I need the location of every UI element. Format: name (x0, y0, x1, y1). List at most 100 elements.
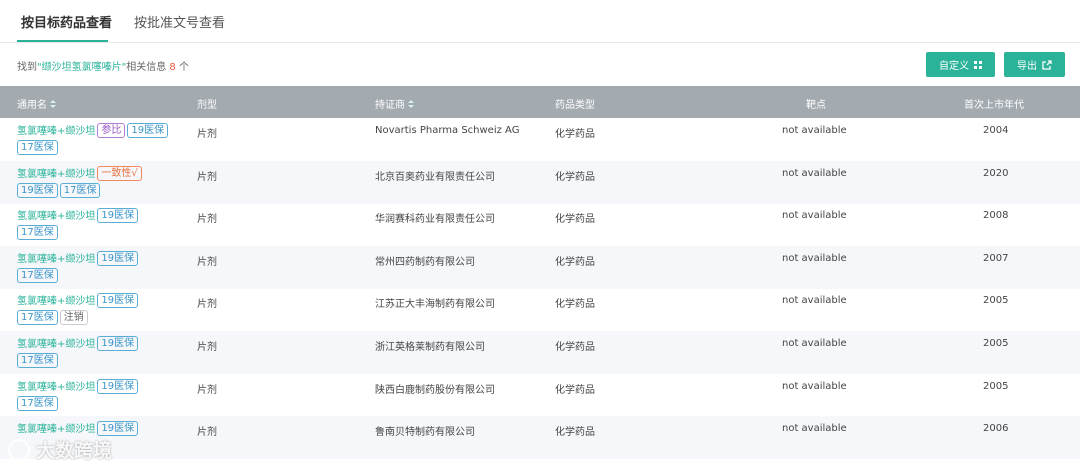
table-header: 通用名 剂型 持证商 药品类型 靶点 首次上市年代 (0, 86, 1080, 118)
cell-form: 片剂 (197, 171, 217, 183)
customize-button-label: 自定义 (939, 61, 969, 72)
cell-type: 化学药品 (555, 384, 595, 396)
cell-target: not available (782, 295, 847, 307)
drug-name-link[interactable]: 氢氯噻嗪+缬沙坦 (17, 339, 95, 350)
tab-by-approval-number[interactable]: 按批准文号查看 (134, 12, 225, 31)
cell-type: 化学药品 (555, 256, 595, 268)
cell-holder: 北京百奥药业有限责任公司 (375, 171, 495, 183)
cell-name: 氢氯噻嗪+缬沙坦 一致性√ 19医保 17医保 (17, 165, 197, 200)
cell-target: not available (782, 210, 847, 222)
tag-badge: 参比 (97, 123, 126, 138)
tag-badge: 17医保 (17, 310, 58, 326)
summary-suffix: 个 (175, 62, 189, 73)
sort-icon[interactable] (408, 100, 414, 109)
cell-type: 化学药品 (555, 427, 595, 439)
cell-type: 化学药品 (555, 342, 595, 353)
table-row: 氢氯噻嗪+缬沙坦 19医保 17医保 注销 片剂 江苏正大丰海制药有限公司 化学药品 not … (0, 288, 1080, 331)
tag-badge: 19医保 (17, 182, 58, 198)
cell-holder: 陕西白鹿制药股份有限公司 (375, 384, 495, 396)
table-row: 氢氯噻嗪+缬沙坦 19医保 17医保 片剂 华润赛科药业有限责任公司 化学药品 not av… (0, 203, 1080, 246)
column-header-form: 剂型 (197, 100, 217, 111)
tag-badge: 19医保 (127, 123, 169, 138)
cell-form: 片剂 (197, 299, 217, 311)
cell-name: 氢氯噻嗪+缬沙坦 19医保 17医保 (17, 250, 197, 285)
customize-button[interactable]: 自定义 (926, 52, 995, 77)
cell-target: not available (782, 252, 847, 264)
table-row: 氢氯噻嗪+缬沙坦 一致性√ 19医保 17医保 片剂 北京百奥药业有限责任公司 化学药品 no… (0, 160, 1080, 204)
cell-name: 氢氯噻嗪+缬沙坦 19医保 17医保 (17, 208, 197, 242)
tab-bar: 按目标药品查看 按批准文号查看 (0, 0, 1080, 43)
result-summary: 找到"缬沙坦氢氯噻嗪片"相关信息 8 个 (17, 58, 189, 73)
column-header-name[interactable]: 通用名 (17, 96, 56, 111)
table-row: 氢氯噻嗪+缬沙坦 19医保 17医保 片剂 常州四药制药有限公司 化学药品 not avai… (0, 245, 1080, 289)
tag-badge: 19医保 (97, 378, 139, 394)
cell-year: 2005 (983, 380, 1009, 392)
drug-name-link[interactable]: 氢氯噻嗪+缬沙坦 (17, 211, 95, 222)
export-button-label: 导出 (1017, 61, 1037, 72)
column-header-year: 首次上市年代 (964, 100, 1024, 111)
cell-form: 片剂 (197, 342, 217, 353)
drug-name-link[interactable]: 氢氯噻嗪+缬沙坦 (17, 424, 95, 435)
tag-badge: 19医保 (97, 421, 139, 437)
cell-form: 片剂 (197, 214, 217, 226)
cell-year: 2006 (983, 423, 1009, 435)
cell-form: 片剂 (197, 256, 217, 268)
cell-year: 2005 (983, 338, 1009, 349)
cell-holder: 江苏正大丰海制药有限公司 (375, 299, 495, 311)
export-button[interactable]: 导出 (1004, 52, 1065, 77)
tag-badge: 注销 (59, 310, 88, 326)
cell-year: 2020 (983, 167, 1009, 179)
tag-badge: 17医保 (17, 395, 58, 411)
cell-type: 化学药品 (555, 214, 595, 226)
cell-type: 化学药品 (555, 171, 595, 183)
column-header-target: 靶点 (806, 100, 826, 111)
table-row: 氢氯噻嗪+缬沙坦 19医保 17医保 片剂 浙江英格莱制药有限公司 化学药品 not ava… (0, 331, 1080, 374)
table-row: 氢氯噻嗪+缬沙坦 19医保 片剂 鲁南贝特制药有限公司 化学药品 not availabl… (0, 416, 1080, 460)
summary-middle: 相关信息 (126, 62, 170, 73)
share-export-icon (1042, 59, 1052, 70)
toolbar: 找到"缬沙坦氢氯噻嗪片"相关信息 8 个 自定义 导出 (0, 43, 1080, 86)
cell-target: not available (782, 423, 847, 435)
tag-badge: 17医保 (17, 267, 58, 283)
tag-badge: 19医保 (97, 208, 139, 224)
cell-type: 化学药品 (555, 299, 595, 311)
cell-holder: 常州四药制药有限公司 (375, 256, 475, 268)
drug-name-link[interactable]: 氢氯噻嗪+缬沙坦 (17, 126, 95, 137)
drug-name-link[interactable]: 氢氯噻嗪+缬沙坦 (17, 296, 95, 307)
cell-holder: 华润赛科药业有限责任公司 (375, 214, 495, 226)
watermark-text: 大数跨境 (36, 440, 113, 462)
cell-holder: Novartis Pharma Schweiz AG (375, 125, 520, 136)
column-holder-label: 持证商 (375, 100, 405, 111)
column-header-type: 药品类型 (555, 100, 595, 111)
tab-by-target-drug[interactable]: 按目标药品查看 (21, 12, 112, 31)
cell-year: 2005 (983, 295, 1009, 307)
cell-holder: 浙江英格莱制药有限公司 (375, 342, 485, 353)
cell-year: 2004 (983, 125, 1009, 136)
drug-name-link[interactable]: 氢氯噻嗪+缬沙坦 (17, 254, 95, 265)
cell-target: not available (782, 380, 847, 392)
drug-name-link[interactable]: 氢氯噻嗪+缬沙坦 (17, 382, 95, 393)
cell-holder: 鲁南贝特制药有限公司 (375, 427, 475, 439)
cell-year: 2008 (983, 210, 1009, 222)
tag-badge: 17医保 (59, 182, 101, 198)
cell-name: 氢氯噻嗪+缬沙坦 19医保 17医保 (17, 336, 197, 370)
table-row: 氢氯噻嗪+缬沙坦 19医保 17医保 片剂 陕西白鹿制药股份有限公司 化学药品 not av… (0, 374, 1080, 417)
sort-icon[interactable] (50, 100, 56, 109)
summary-prefix: 找到 (17, 62, 37, 73)
cell-name: 氢氯噻嗪+缬沙坦 19医保 17医保 注销 (17, 293, 197, 327)
column-header-holder[interactable]: 持证商 (375, 96, 414, 111)
table-row: 氢氯噻嗪+缬沙坦 参比 19医保 17医保 片剂 Novartis Pharma Schw… (0, 118, 1080, 161)
cell-target: not available (782, 125, 847, 136)
tag-badge: 19医保 (97, 293, 139, 309)
drug-name-link[interactable]: 氢氯噻嗪+缬沙坦 (17, 169, 95, 180)
tag-badge: 17医保 (17, 140, 58, 155)
column-name-label: 通用名 (17, 100, 47, 111)
cell-form: 片剂 (197, 427, 217, 439)
tag-badge: 一致性√ (97, 165, 142, 181)
watermark: 大数跨境 (8, 436, 112, 463)
cell-type: 化学药品 (555, 129, 595, 140)
cell-form: 片剂 (197, 129, 217, 140)
cell-name: 氢氯噻嗪+缬沙坦 参比 19医保 17医保 (17, 123, 197, 157)
cell-target: not available (782, 338, 847, 349)
cell-year: 2007 (983, 252, 1009, 264)
